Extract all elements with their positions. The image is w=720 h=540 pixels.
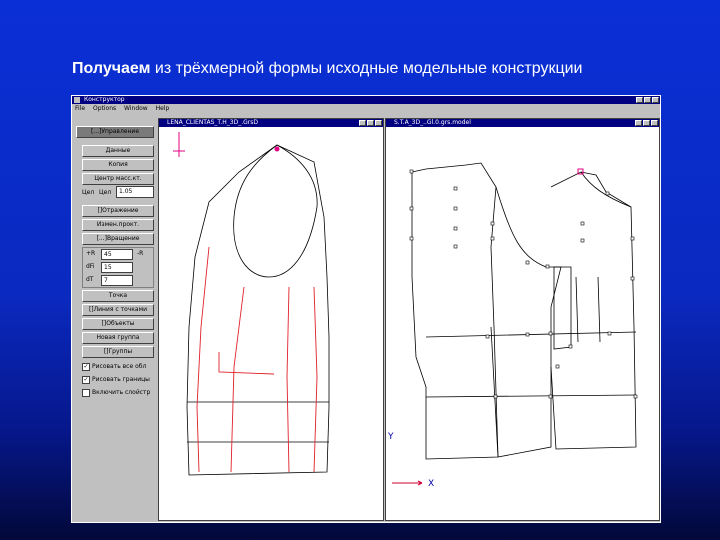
left-marker-point[interactable] — [274, 146, 280, 152]
slide-title-bold: Получаем — [72, 60, 151, 77]
draw-objects-checkbox[interactable]: ✓ Рисовать все обл — [82, 362, 146, 371]
maximize-button[interactable] — [644, 97, 651, 103]
left-view-title: LENA_CLIENTAS_T.H_3D_.GrsD — [167, 119, 258, 126]
checkbox-checked-icon: ✓ — [82, 362, 90, 371]
app-icon — [74, 97, 80, 103]
left-axis-indicator — [173, 132, 185, 157]
slide-title-rest: из трёхмерной формы исходные модельные к… — [154, 60, 583, 77]
right-view-maximize-button[interactable] — [643, 120, 650, 126]
menu-window[interactable]: Window — [124, 105, 148, 112]
objects-button[interactable]: []Объекты — [82, 318, 154, 330]
scale-label-2: Цел — [99, 189, 112, 196]
dt-input[interactable]: 7 — [101, 275, 133, 286]
left-view-titlebar[interactable]: LENA_CLIENTAS_T.H_3D_.GrsD — [159, 119, 383, 127]
checkbox-checked-icon: ✓ — [82, 375, 90, 384]
window-title: Конструктор — [84, 96, 125, 103]
right-view-title: S.T.A_3D_..Gl.0.grs.model — [394, 119, 471, 126]
close-button[interactable] — [652, 97, 659, 103]
left-view-close-button[interactable] — [375, 120, 382, 126]
dfi-input[interactable]: 15 — [101, 262, 133, 273]
dfi-label: dFi — [86, 263, 95, 270]
dt-label: dT — [86, 276, 94, 283]
left-view-maximize-button[interactable] — [367, 120, 374, 126]
right-view-minimize-button[interactable] — [635, 120, 642, 126]
right-view-controls — [635, 120, 658, 126]
window-controls — [636, 97, 659, 103]
data-button[interactable]: Данные — [82, 145, 154, 157]
pattern-points — [409, 169, 638, 399]
minimize-button[interactable] — [636, 97, 643, 103]
left-drawing-canvas[interactable] — [159, 127, 383, 520]
right-view-close-button[interactable] — [651, 120, 658, 126]
y-axis-label: Y — [387, 432, 394, 442]
rotation-button[interactable]: [...]Вращение — [82, 233, 154, 245]
menu-options[interactable]: Options — [93, 105, 116, 112]
checkbox-unchecked-icon — [82, 388, 90, 397]
axes-indicator: Y X — [387, 432, 434, 489]
rotation-group: +R 45 -R dFi 15 dT 7 — [82, 247, 154, 288]
constructor-window: Конструктор File Options Window Help [..… — [71, 95, 661, 523]
r-input[interactable]: 45 — [101, 249, 133, 260]
right-pattern-view[interactable]: S.T.A_3D_..Gl.0.grs.model Y X — [385, 118, 660, 521]
slide-title: Получаем из трёхмерной формы исходные мо… — [72, 60, 672, 78]
left-view-minimize-button[interactable] — [359, 120, 366, 126]
right-drawing-canvas[interactable]: Y X — [386, 127, 659, 520]
right-view-titlebar[interactable]: S.T.A_3D_..Gl.0.grs.model — [386, 119, 659, 127]
tool-panel: [...]Управление Данные Копия Центр масс.… — [74, 118, 156, 518]
point-button[interactable]: Точка — [82, 290, 154, 302]
menu-help[interactable]: Help — [156, 105, 170, 112]
jacket-3d-outline — [186, 144, 330, 476]
include-layers-checkbox[interactable]: Включить слойстр — [82, 388, 150, 397]
left-view-controls — [359, 120, 382, 126]
include-layers-label: Включить слойстр — [92, 389, 151, 396]
left-3d-view[interactable]: LENA_CLIENTAS_T.H_3D_.GrsD — [158, 118, 384, 521]
flat-pattern-outline — [411, 162, 637, 460]
draw-borders-label: Рисовать границы — [92, 376, 150, 383]
change-direction-button[interactable]: Измен.прокт. — [82, 219, 154, 231]
reflection-button[interactable]: []Отражение — [82, 205, 154, 217]
new-group-button[interactable]: Новая группа — [82, 332, 154, 344]
menu-file[interactable]: File — [75, 105, 85, 112]
draw-borders-checkbox[interactable]: ✓ Рисовать границы — [82, 375, 150, 384]
scale-input[interactable]: 1.05 — [116, 186, 154, 198]
draw-objects-label: Рисовать все обл — [92, 363, 147, 370]
line-by-points-button[interactable]: []Линия с точками — [82, 304, 154, 316]
plus-r-label[interactable]: +R — [86, 249, 95, 258]
window-titlebar[interactable]: Конструктор — [72, 96, 660, 104]
model-lines — [196, 246, 318, 473]
minus-r-label[interactable]: -R — [137, 249, 143, 258]
scale-label-1: Цел — [82, 189, 95, 196]
center-mass-button[interactable]: Центр масс.кт. — [82, 173, 154, 185]
x-axis-label: X — [428, 479, 434, 489]
groups-button[interactable]: []Группы — [82, 346, 154, 358]
copy-button[interactable]: Копия — [82, 159, 154, 171]
menubar: File Options Window Help — [72, 104, 660, 114]
management-button[interactable]: [...]Управление — [76, 126, 154, 138]
